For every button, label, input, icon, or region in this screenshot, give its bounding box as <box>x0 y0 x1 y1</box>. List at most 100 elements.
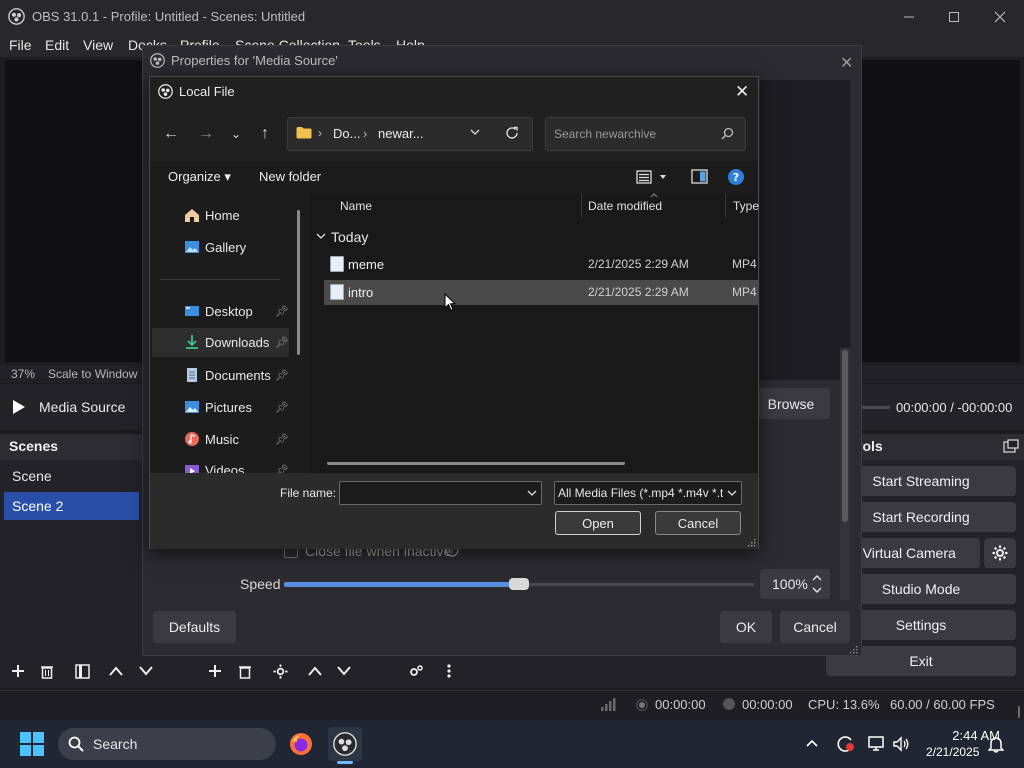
nav-item-pictures[interactable]: Pictures 📌︎ <box>152 393 289 422</box>
new-folder-button[interactable]: New folder <box>259 169 321 184</box>
properties-cancel-button[interactable]: Cancel <box>780 611 850 643</box>
nav-item-videos[interactable]: Videos 📌︎ <box>152 457 289 473</box>
browse-button[interactable]: Browse <box>752 388 830 419</box>
speed-label: Speed <box>240 576 281 592</box>
help-icon[interactable]: ? <box>727 168 745 186</box>
zoom-mode[interactable]: Scale to Window <box>48 367 137 381</box>
breadcrumb-segment[interactable]: newar... <box>378 126 424 141</box>
move-scene-down-icon[interactable] <box>133 660 159 682</box>
properties-title: Properties for 'Media Source' <box>171 53 338 68</box>
file-list-hscrollbar[interactable] <box>327 462 625 465</box>
taskbar-search[interactable] <box>58 728 276 760</box>
file-date: 2/21/2025 2:29 AM <box>588 285 689 299</box>
column-separator[interactable] <box>581 194 582 218</box>
close-icon <box>994 11 1006 22</box>
speed-spinbox[interactable]: 100% <box>760 569 830 599</box>
ok-button[interactable]: OK <box>720 611 772 643</box>
up-arrow-icon[interactable]: ↑ <box>253 123 277 145</box>
folder-icon <box>296 126 312 139</box>
mixer-settings-gears-icon[interactable] <box>403 660 429 682</box>
resize-grip-icon[interactable] <box>849 645 858 654</box>
file-name: meme <box>348 257 385 272</box>
zoom-percent[interactable]: 37% <box>11 367 35 381</box>
resize-grip-icon[interactable] <box>747 538 756 547</box>
properties-close-icon[interactable]: ✕ <box>840 53 853 73</box>
cancel-button[interactable]: Cancel <box>655 511 741 535</box>
preview-pane-icon[interactable] <box>691 169 708 184</box>
nav-item-gallery[interactable]: Gallery <box>152 233 289 262</box>
seek-bar[interactable] <box>862 406 890 409</box>
close-window-button[interactable] <box>977 0 1023 33</box>
remove-source-trash-icon[interactable] <box>232 660 258 682</box>
maximize-button[interactable] <box>931 0 977 33</box>
move-source-up-icon[interactable] <box>302 660 328 682</box>
pin-icon: 📌︎ <box>275 337 289 349</box>
breadcrumb-segment[interactable]: Do... <box>333 126 360 141</box>
local-file-close-icon[interactable]: ✕ <box>735 82 749 102</box>
column-header-date[interactable]: Date modified <box>588 199 662 213</box>
menu-file[interactable]: File <box>9 37 32 53</box>
defaults-button[interactable]: Defaults <box>153 611 236 643</box>
add-scene-icon[interactable] <box>5 660 31 682</box>
taskbar-search-label: Search <box>93 736 138 752</box>
column-separator[interactable] <box>725 194 726 218</box>
remove-scene-trash-icon[interactable] <box>34 660 60 682</box>
column-header-name[interactable]: Name <box>340 199 372 213</box>
obs-recording-tray-icon[interactable] <box>835 735 855 753</box>
svg-text:?: ? <box>733 171 739 184</box>
address-dropdown-chevron-icon[interactable] <box>470 128 480 136</box>
minimize-button[interactable] <box>886 0 932 33</box>
more-options-icon[interactable] <box>436 660 462 682</box>
show-desktop-strip[interactable] <box>1018 706 1020 718</box>
group-collapse-chevron-icon[interactable] <box>316 232 326 240</box>
breadcrumb-separator-icon: › <box>363 126 368 141</box>
scene-item[interactable]: Scene <box>4 462 139 490</box>
organize-menu[interactable]: Organize ▾ <box>168 169 231 185</box>
menu-edit[interactable]: Edit <box>45 37 69 53</box>
file-type: MP4 <box>732 285 757 299</box>
group-header-today[interactable]: Today <box>331 229 368 245</box>
open-button[interactable]: Open <box>555 511 641 535</box>
tray-overflow-chevron-icon[interactable] <box>806 739 818 747</box>
documents-icon <box>187 368 197 382</box>
file-name-input[interactable] <box>339 481 542 505</box>
file-row[interactable]: meme 2/21/2025 2:29 AM MP4 <box>324 252 758 277</box>
view-list-icon[interactable] <box>636 169 668 185</box>
move-scene-up-icon[interactable] <box>103 660 129 682</box>
recent-locations-chevron-icon[interactable]: ⌄ <box>224 123 248 145</box>
nav-item-home[interactable]: Home <box>152 201 289 230</box>
file-name: intro <box>348 285 374 300</box>
back-arrow-icon[interactable]: ← <box>159 123 183 145</box>
nav-item-documents[interactable]: Documents 📌︎ <box>152 361 289 390</box>
undock-icon[interactable] <box>1003 439 1019 453</box>
taskbar-clock-date[interactable]: 2/21/2025 <box>926 745 979 759</box>
source-properties-gear-icon[interactable] <box>267 660 293 682</box>
search-icon <box>721 127 734 140</box>
file-row-hovered[interactable]: intro 2/21/2025 2:29 AM MP4 <box>324 280 758 305</box>
nav-item-downloads[interactable]: Downloads 📌︎ <box>152 328 289 357</box>
speed-slider-handle[interactable] <box>509 578 529 590</box>
menu-view[interactable]: View <box>83 37 113 53</box>
play-icon[interactable] <box>12 399 26 415</box>
windows-start-icon[interactable] <box>20 732 44 756</box>
forward-arrow-icon[interactable]: → <box>194 123 218 145</box>
firefox-icon[interactable] <box>289 732 313 756</box>
move-source-down-icon[interactable] <box>331 660 357 682</box>
chevron-down-icon <box>527 490 537 496</box>
cpu-usage: CPU: 13.6% <box>808 697 880 712</box>
volume-icon[interactable] <box>892 735 910 753</box>
refresh-icon[interactable] <box>505 126 519 140</box>
nav-scrollbar[interactable] <box>297 210 300 355</box>
add-source-icon[interactable] <box>202 660 228 682</box>
scene-filters-icon[interactable] <box>69 660 95 682</box>
notifications-bell-icon[interactable] <box>988 735 1004 753</box>
virtual-camera-settings-button[interactable] <box>984 538 1016 568</box>
column-header-type[interactable]: Type <box>733 199 759 213</box>
nav-item-desktop[interactable]: Desktop 📌︎ <box>152 297 289 326</box>
downloads-icon <box>186 335 198 349</box>
network-icon[interactable] <box>868 735 886 753</box>
search-icon <box>68 736 84 752</box>
scene-item-selected[interactable]: Scene 2 <box>4 492 139 520</box>
properties-scrollbar-thumb[interactable] <box>842 350 848 522</box>
nav-item-music[interactable]: Music 📌︎ <box>152 425 289 454</box>
